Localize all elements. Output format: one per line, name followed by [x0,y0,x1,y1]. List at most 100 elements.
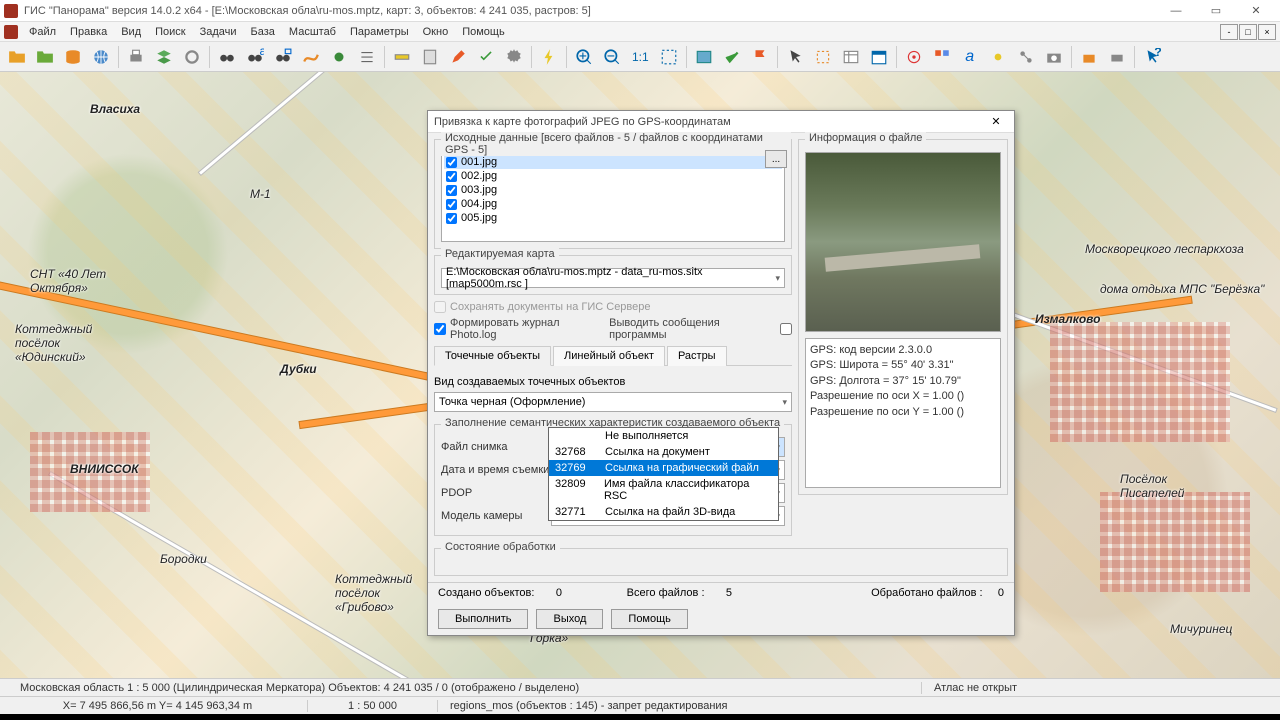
exit-button[interactable]: Выход [536,609,603,629]
edit-icon[interactable] [445,44,471,70]
menubar: Файл Правка Вид Поиск Задачи База Масшта… [0,22,1280,42]
accept-icon[interactable] [719,44,745,70]
menu-window[interactable]: Окно [416,24,456,40]
target-icon[interactable] [901,44,927,70]
dialog-titlebar[interactable]: Привязка к карте фотографий JPEG по GPS-… [428,111,1014,133]
select-icon[interactable] [810,44,836,70]
save-server-checkbox [434,301,446,313]
window-icon[interactable] [691,44,717,70]
search-text-icon[interactable]: a [242,44,268,70]
tools-icon[interactable] [179,44,205,70]
form-log-label: Формировать журнал Photo.log [450,317,605,341]
menu-view[interactable]: Вид [114,24,148,40]
dialog-close-button[interactable]: ✕ [984,115,1008,128]
label-borodki: Бородки [160,552,207,566]
image-preview [805,152,1001,332]
label-vniissok: ВНИИССОК [70,462,139,476]
export-icon[interactable] [1076,44,1102,70]
semantics-dropdown[interactable]: Не выполняется 32768Ссылка на документ 3… [548,427,779,521]
file-info-label: Информация о файле [805,132,926,144]
sem-pdop-label: PDOP [441,487,551,499]
calc-icon[interactable] [417,44,443,70]
layers-icon[interactable] [151,44,177,70]
mdi-restore[interactable]: □ [1239,24,1257,40]
file-item: 004.jpg [444,197,782,211]
mdi-minimize[interactable]: - [1220,24,1238,40]
show-msgs-checkbox[interactable] [780,323,792,335]
label-m1: М-1 [250,187,271,201]
path-icon[interactable] [298,44,324,70]
open-icon[interactable] [4,44,30,70]
dropdown-option: 32769Ссылка на графический файл [549,460,778,476]
tab-raster[interactable]: Растры [667,346,727,366]
gear-icon[interactable] [501,44,527,70]
print2-icon[interactable] [1104,44,1130,70]
connect-icon[interactable] [1013,44,1039,70]
zoom-out-icon[interactable] [599,44,625,70]
menu-search[interactable]: Поиск [148,24,192,40]
menu-base[interactable]: База [244,24,282,40]
point-type-combo[interactable]: Точка черная (Оформление) [434,392,792,412]
menu-help[interactable]: Помощь [455,24,512,40]
help-icon[interactable]: ? [1139,44,1165,70]
table-icon[interactable] [838,44,864,70]
flag-icon[interactable] [747,44,773,70]
save-server-label: Сохранять документы на ГИС Сервере [450,301,651,313]
db-icon[interactable] [60,44,86,70]
print-icon[interactable] [123,44,149,70]
calendar-icon[interactable] [866,44,892,70]
titlebar: ГИС "Панорама" версия 14.0.2 x64 - [E:\М… [0,0,1280,22]
zoom-1-1-icon[interactable]: 1:1 [627,44,654,70]
file-item: 003.jpg [444,183,782,197]
list-icon[interactable] [354,44,380,70]
svg-text:?: ? [1154,48,1161,59]
statusbar-2: X= 7 495 866,56 m Y= 4 145 963,34 m 1 : … [0,696,1280,714]
search-area-icon[interactable] [270,44,296,70]
file-item: 001.jpg [444,155,782,169]
minimize-button[interactable]: — [1156,0,1196,22]
file-list[interactable]: 001.jpg 002.jpg 003.jpg 004.jpg 005.jpg [441,152,785,242]
maximize-button[interactable]: ▭ [1196,0,1236,22]
file-item: 005.jpg [444,211,782,225]
zoom-in-icon[interactable] [571,44,597,70]
close-button[interactable]: ✕ [1236,0,1276,22]
ruler-icon[interactable] [389,44,415,70]
binoculars-icon[interactable] [214,44,240,70]
mdi-close[interactable]: × [1258,24,1276,40]
toolbar: a 1:1 a ? [0,42,1280,72]
menu-file[interactable]: Файл [22,24,63,40]
label-gribovo: Коттеджный посёлок «Грибово» [335,572,435,614]
check-icon[interactable] [473,44,499,70]
tab-points[interactable]: Точечные объекты [434,346,551,366]
svg-text:a: a [260,48,265,58]
browse-files-button[interactable]: ... [765,150,787,168]
dialog-title: Привязка к карте фотографий JPEG по GPS-… [434,116,984,128]
extent-icon[interactable] [656,44,682,70]
run-button[interactable]: Выполнить [438,609,528,629]
app-icon [4,4,18,18]
dropdown-option: 32771Ссылка на файл 3D-вида [549,504,778,520]
sun-icon[interactable] [985,44,1011,70]
dropdown-option: 32768Ссылка на документ [549,444,778,460]
pointer-icon[interactable] [782,44,808,70]
camera-icon[interactable] [1041,44,1067,70]
marker-icon[interactable] [326,44,352,70]
file-item: 002.jpg [444,169,782,183]
menu-params[interactable]: Параметры [343,24,416,40]
edited-map-label: Редактируемая карта [441,248,559,260]
tab-line[interactable]: Линейный объект [553,346,665,366]
edited-map-combo[interactable]: E:\Московская обла\ru-mos.mptz - data_ru… [441,268,785,288]
sem-date-label: Дата и время съемки [441,464,551,476]
legend-icon[interactable] [929,44,955,70]
menu-scale[interactable]: Масштаб [282,24,343,40]
menu-edit[interactable]: Правка [63,24,114,40]
form-log-checkbox[interactable] [434,323,446,335]
bolt-icon[interactable] [536,44,562,70]
globe-icon[interactable] [88,44,114,70]
open-map-icon[interactable] [32,44,58,70]
show-msgs-label: Выводить сообщения программы [609,317,776,341]
menu-tasks[interactable]: Задачи [193,24,244,40]
point-type-label: Вид создаваемых точечных объектов [434,376,792,388]
help-button[interactable]: Помощь [611,609,688,629]
text-tool-icon[interactable]: a [957,44,983,70]
